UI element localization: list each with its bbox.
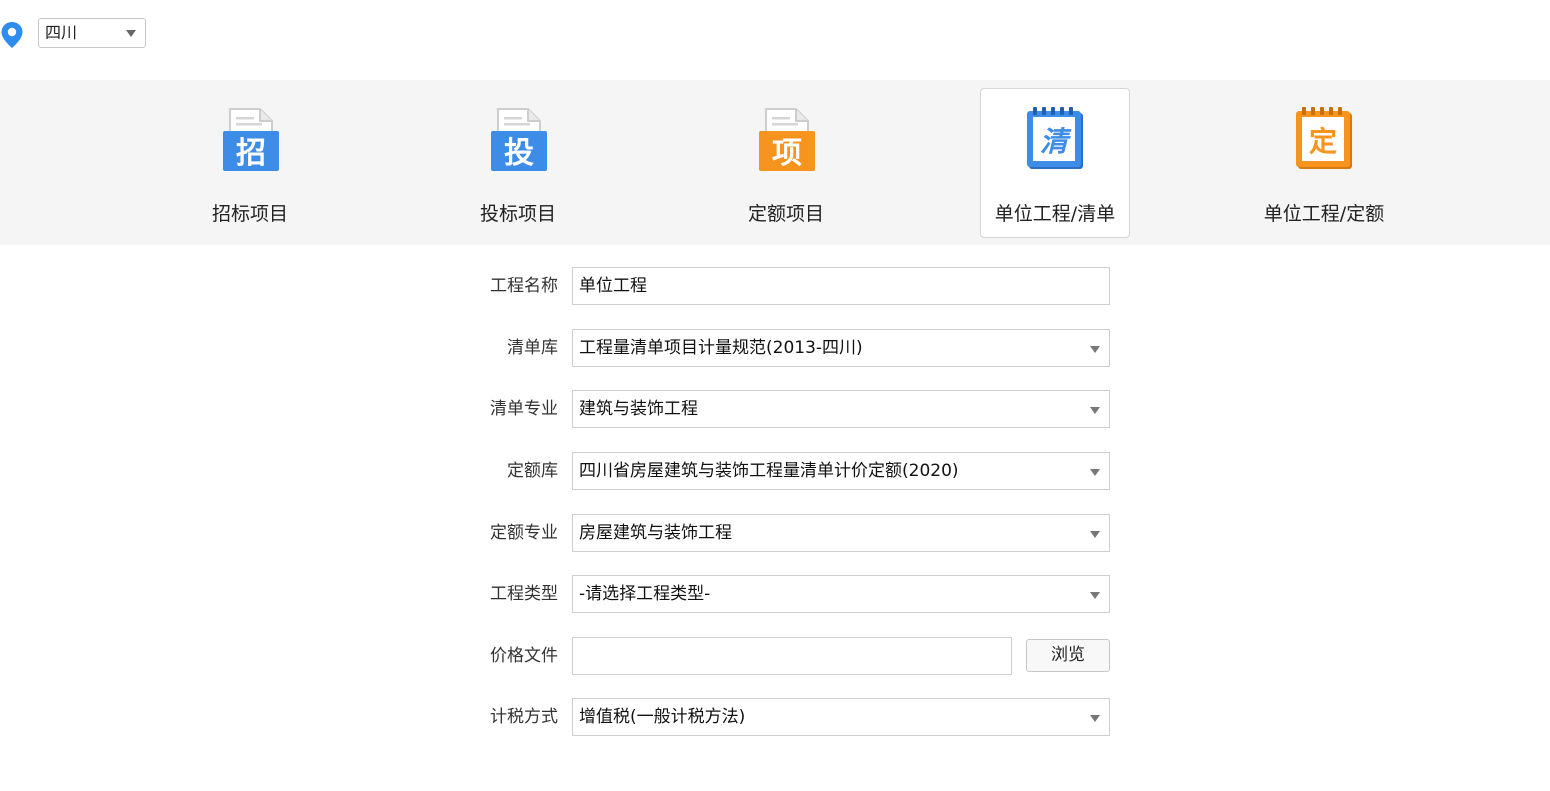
row-project-name: 工程名称 单位工程	[460, 267, 1120, 305]
quota-library-value: 四川省房屋建筑与装饰工程量清单计价定额(2020)	[579, 461, 959, 481]
svg-text:招: 招	[236, 136, 266, 171]
quota-library-select[interactable]: 四川省房屋建筑与装饰工程量清单计价定额(2020)	[572, 452, 1110, 490]
svg-text:清: 清	[1040, 125, 1072, 158]
type-label: 单位工程/定额	[1263, 203, 1385, 225]
type-unit-bill[interactable]: 清 单位工程/清单	[980, 88, 1130, 238]
browse-button[interactable]: 浏览	[1026, 639, 1110, 672]
row-price-file: 价格文件 浏览	[460, 637, 1120, 675]
project-name-input[interactable]: 单位工程	[572, 267, 1110, 305]
price-file-input[interactable]	[572, 637, 1012, 675]
chevron-down-icon	[1090, 715, 1100, 722]
quota-library-label: 定额库	[507, 461, 558, 481]
quota-specialty-select[interactable]: 房屋建筑与装饰工程	[572, 514, 1110, 552]
quota-specialty-value: 房屋建筑与装饰工程	[579, 523, 732, 543]
svg-text:定: 定	[1309, 125, 1337, 158]
row-bill-specialty: 清单专业 建筑与装饰工程	[460, 390, 1120, 428]
region-select[interactable]: 四川	[38, 18, 146, 48]
location-pin-icon	[1, 22, 23, 48]
bill-specialty-label: 清单专业	[490, 399, 558, 419]
bill-library-label: 清单库	[507, 338, 558, 358]
chevron-down-icon	[1090, 407, 1100, 414]
row-tax-method: 计税方式 增值税(一般计税方法)	[460, 698, 1120, 736]
quota-specialty-label: 定额专业	[490, 523, 558, 543]
type-quota-project[interactable]: 项 定额项目	[711, 88, 861, 238]
chevron-down-icon	[1090, 531, 1100, 538]
project-name-label: 工程名称	[490, 276, 558, 296]
type-label: 单位工程/清单	[994, 203, 1116, 225]
type-label: 定额项目	[747, 203, 824, 225]
type-unit-quota[interactable]: 定 单位工程/定额	[1249, 88, 1399, 238]
type-label: 招标项目	[211, 203, 288, 225]
project-type-bar: 招 招标项目 投 投标项目 项 定额项目 清 单位工程/清单 定 单位工程/定额	[0, 80, 1550, 245]
bill-specialty-value: 建筑与装饰工程	[579, 399, 698, 419]
chevron-down-icon	[126, 30, 136, 37]
tax-method-value: 增值税(一般计税方法)	[579, 707, 746, 727]
bill-library-select[interactable]: 工程量清单项目计量规范(2013-四川)	[572, 329, 1110, 367]
tax-method-label: 计税方式	[490, 707, 558, 727]
bill-library-value: 工程量清单项目计量规范(2013-四川)	[579, 338, 863, 358]
row-bill-library: 清单库 工程量清单项目计量规范(2013-四川)	[460, 329, 1120, 367]
document-zhao-icon: 招	[223, 108, 279, 171]
svg-text:项: 项	[772, 136, 802, 171]
tax-method-select[interactable]: 增值税(一般计税方法)	[572, 698, 1110, 736]
document-xiang-icon: 项	[759, 108, 815, 171]
row-quota-library: 定额库 四川省房屋建筑与装饰工程量清单计价定额(2020)	[460, 452, 1120, 490]
type-tender-project[interactable]: 招 招标项目	[175, 88, 325, 238]
project-type-select[interactable]: -请选择工程类型-	[572, 575, 1110, 613]
project-name-value: 单位工程	[579, 276, 647, 296]
region-select-value: 四川	[45, 23, 78, 42]
notebook-qing-icon: 清	[1027, 107, 1083, 169]
type-label: 投标项目	[479, 203, 556, 225]
svg-text:投: 投	[504, 136, 534, 171]
chevron-down-icon	[1090, 469, 1100, 476]
row-quota-specialty: 定额专业 房屋建筑与装饰工程	[460, 514, 1120, 552]
document-tou-icon: 投	[491, 108, 547, 171]
project-type-value: -请选择工程类型-	[579, 584, 711, 604]
row-project-type: 工程类型 -请选择工程类型-	[460, 575, 1120, 613]
notebook-ding-icon: 定	[1296, 107, 1352, 169]
price-file-label: 价格文件	[490, 646, 558, 666]
bill-specialty-select[interactable]: 建筑与装饰工程	[572, 390, 1110, 428]
chevron-down-icon	[1090, 346, 1100, 353]
chevron-down-icon	[1090, 592, 1100, 599]
type-bid-project[interactable]: 投 投标项目	[443, 88, 593, 238]
project-type-label: 工程类型	[490, 584, 558, 604]
region-bar: 四川	[0, 18, 300, 50]
